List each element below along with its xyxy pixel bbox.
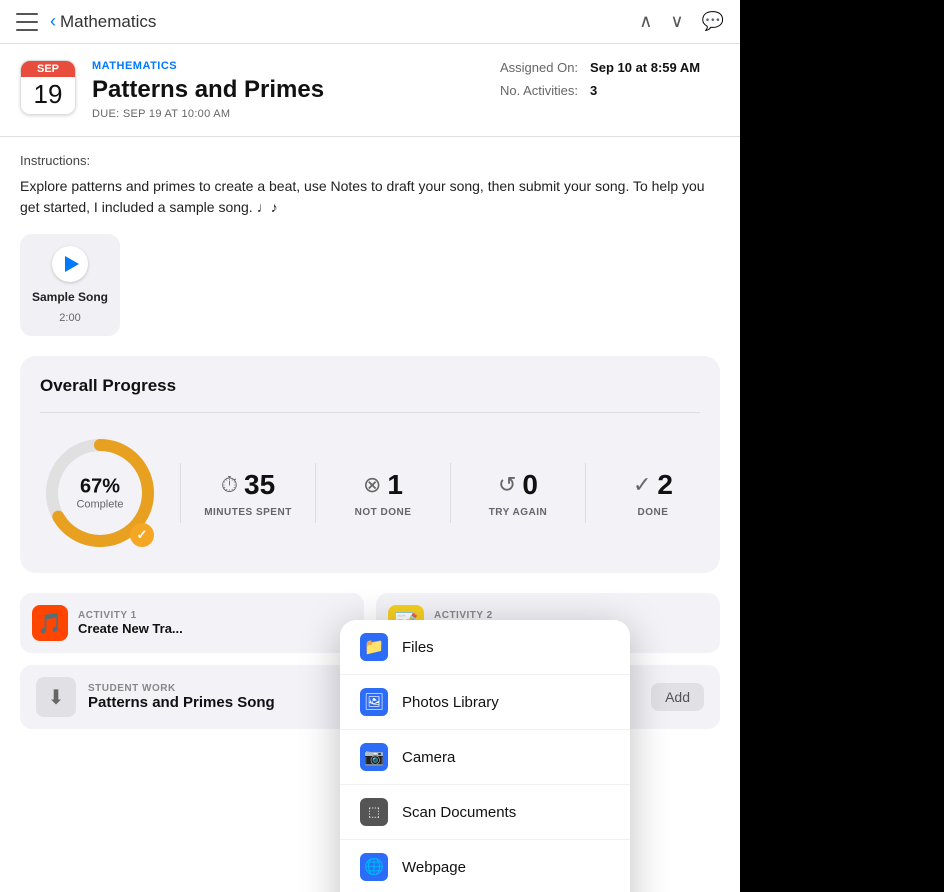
donut-percent: 67%: [76, 476, 123, 499]
stat-try-again: ↺ 0 TRY AGAIN: [471, 469, 565, 518]
stat-try-again-label: TRY AGAIN: [489, 507, 548, 518]
scan-icon: ⬚: [360, 798, 388, 826]
activity-1-icon: 🎵: [32, 605, 68, 641]
activities-value: 3: [590, 83, 597, 98]
assignment-subject: MATHEMATICS: [92, 60, 484, 72]
try-again-icon: ↺: [498, 472, 516, 498]
popup-photos[interactable]: 🖼 Photos Library: [340, 675, 630, 730]
donut-center: 67% Complete: [76, 476, 123, 511]
scan-label: Scan Documents: [402, 804, 516, 821]
files-icon: 📁: [360, 633, 388, 661]
stat-minutes: ⏱ 35 MINUTES SPENT: [201, 469, 295, 518]
nav-bar: ‹ Mathematics ∧ ∨ 💬: [0, 0, 740, 44]
back-button[interactable]: ‹ Mathematics: [50, 11, 156, 32]
stat-done: ✓ 2 DONE: [606, 469, 700, 518]
progress-divider: [40, 412, 700, 413]
play-button[interactable]: [52, 246, 88, 282]
stat-done-label: DONE: [638, 507, 669, 518]
activities-count-row: No. Activities: 3: [500, 83, 597, 98]
assignment-due: DUE: SEP 19 AT 10:00 AM: [92, 108, 484, 120]
webpage-icon: 🌐: [360, 853, 388, 881]
stat-not-done-label: NOT DONE: [355, 507, 412, 518]
assignment-header: SEP 19 MATHEMATICS Patterns and Primes D…: [0, 44, 740, 137]
activity-1-info: ACTIVITY 1 Create New Tra...: [78, 610, 183, 636]
stat-try-again-row: ↺ 0: [498, 469, 538, 501]
not-done-icon: ⊗: [363, 472, 381, 498]
navigate-up-button[interactable]: ∧: [639, 11, 652, 32]
assigned-on-row: Assigned On: Sep 10 at 8:59 AM: [500, 60, 700, 75]
progress-section: Overall Progress 67% Complete ✓: [20, 356, 720, 573]
instructions-text: Explore patterns and primes to create a …: [20, 176, 720, 218]
stats-divider-2: [315, 463, 316, 523]
progress-stats: 67% Complete ✓ ⏱ 35 MINUTES SPENT: [40, 433, 700, 553]
work-icon: ⬇: [36, 677, 76, 717]
stat-minutes-value: 35: [244, 469, 275, 501]
calendar-day: 19: [21, 77, 75, 114]
attachments-section: Sample Song 2:00: [0, 234, 740, 356]
activity-1-label: ACTIVITY 1: [78, 610, 183, 621]
song-duration: 2:00: [59, 312, 80, 324]
stats-divider-4: [585, 463, 586, 523]
instructions-label: Instructions:: [20, 153, 720, 168]
webpage-label: Webpage: [402, 859, 466, 876]
stat-done-row: ✓ 2: [633, 469, 673, 501]
done-icon: ✓: [633, 472, 651, 498]
assigned-value: Sep 10 at 8:59 AM: [590, 60, 700, 75]
stats-divider-1: [180, 463, 181, 523]
activity-card-1[interactable]: 🎵 ACTIVITY 1 Create New Tra...: [20, 593, 364, 653]
assigned-label: Assigned On:: [500, 60, 578, 75]
sidebar-toggle-button[interactable]: [16, 13, 38, 31]
activity-1-name: Create New Tra...: [78, 621, 183, 636]
stat-try-again-value: 0: [522, 469, 538, 501]
photos-icon: 🖼: [360, 688, 388, 716]
activities-label: No. Activities:: [500, 83, 578, 98]
assignment-info: MATHEMATICS Patterns and Primes DUE: SEP…: [92, 60, 484, 120]
chevron-left-icon: ‹: [50, 11, 56, 32]
stat-done-value: 2: [657, 469, 673, 501]
camera-label: Camera: [402, 749, 455, 766]
camera-icon: 📷: [360, 743, 388, 771]
sample-song-card[interactable]: Sample Song 2:00: [20, 234, 120, 336]
calendar-month: SEP: [21, 61, 75, 77]
files-label: Files: [402, 639, 434, 656]
song-title: Sample Song: [32, 290, 108, 304]
stat-not-done: ⊗ 1 NOT DONE: [336, 469, 430, 518]
clock-icon: ⏱: [221, 472, 238, 498]
donut-check-icon: ✓: [130, 523, 154, 547]
stats-divider-3: [450, 463, 451, 523]
donut-label: Complete: [76, 499, 123, 511]
play-icon: [65, 256, 79, 272]
donut-chart: 67% Complete ✓: [40, 433, 160, 553]
popup-files[interactable]: 📁 Files: [340, 620, 630, 675]
stat-not-done-row: ⊗ 1: [363, 469, 403, 501]
stat-minutes-label: MINUTES SPENT: [204, 507, 292, 518]
popup-menu: 📁 Files 🖼 Photos Library 📷 Camera ⬚ Scan…: [340, 620, 630, 892]
popup-camera[interactable]: 📷 Camera: [340, 730, 630, 785]
main-panel: ‹ Mathematics ∧ ∨ 💬 SEP 19 MATHEMATICS P…: [0, 0, 740, 892]
progress-title: Overall Progress: [40, 376, 700, 396]
popup-scan[interactable]: ⬚ Scan Documents: [340, 785, 630, 840]
add-button[interactable]: Add: [651, 683, 704, 711]
stat-minutes-row: ⏱ 35: [221, 469, 275, 501]
instructions-section: Instructions: Explore patterns and prime…: [0, 137, 740, 234]
right-panel: [740, 0, 944, 892]
assignment-meta: Assigned On: Sep 10 at 8:59 AM No. Activ…: [500, 60, 720, 98]
nav-right-actions: ∧ ∨ 💬: [639, 11, 724, 32]
stat-not-done-value: 1: [387, 469, 403, 501]
back-label: Mathematics: [60, 12, 156, 32]
navigate-down-button[interactable]: ∨: [670, 11, 683, 32]
photos-label: Photos Library: [402, 694, 499, 711]
calendar-badge: SEP 19: [20, 60, 76, 115]
popup-webpage[interactable]: 🌐 Webpage: [340, 840, 630, 892]
comment-button[interactable]: 💬: [702, 11, 724, 32]
assignment-title: Patterns and Primes: [92, 76, 484, 104]
